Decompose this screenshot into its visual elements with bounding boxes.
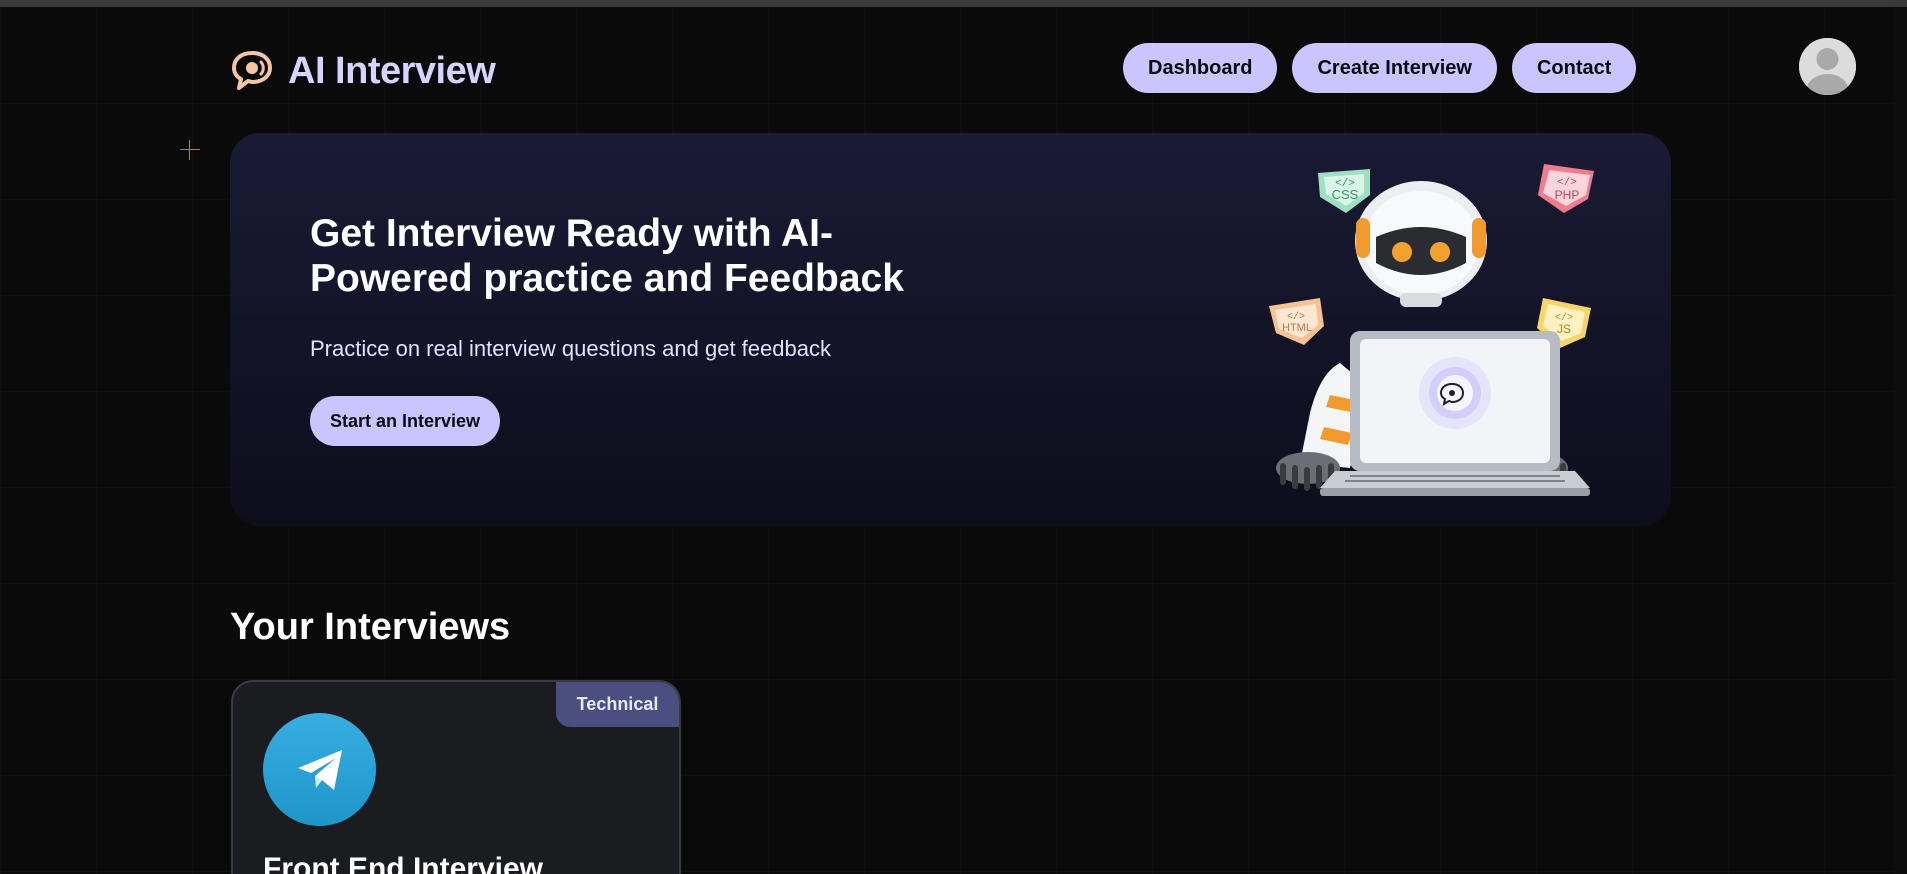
scrollbar-track[interactable] <box>1893 7 1907 874</box>
laptop <box>1320 331 1590 496</box>
your-interviews-heading: Your Interviews <box>230 606 511 648</box>
chat-bubble-icon <box>232 51 272 90</box>
css-badge-icon: CSS </> <box>1318 169 1370 213</box>
robot-head <box>1355 181 1487 307</box>
site-header: AI Interview Dashboard Create Interview … <box>0 7 1907 127</box>
php-badge-label: PHP <box>1555 188 1580 202</box>
sparkle-decoration <box>180 140 200 160</box>
svg-text:</>: </> <box>1335 178 1355 190</box>
hero-title: Get Interview Ready with AI-Powered prac… <box>310 212 904 300</box>
telegram-icon <box>263 713 376 826</box>
php-badge-icon: </> PHP <box>1538 164 1594 213</box>
robot-laptop-illustration: CSS </> </> PHP </> HTML </> JS <box>1269 164 1594 496</box>
main-nav: Dashboard Create Interview Contact <box>1123 43 1637 93</box>
user-avatar-icon <box>1799 38 1856 95</box>
interview-card-title: Front End Interview <box>263 852 544 874</box>
js-badge-label: JS <box>1557 322 1571 336</box>
start-interview-button[interactable]: Start an Interview <box>310 396 501 446</box>
nav-dashboard-button[interactable]: Dashboard <box>1123 43 1278 93</box>
hero-banner: Get Interview Ready with AI-Powered prac… <box>230 133 1671 526</box>
nav-create-interview-button[interactable]: Create Interview <box>1292 43 1497 93</box>
app-title: AI Interview <box>288 49 496 92</box>
hero-subtitle: Practice on real interview questions and… <box>310 336 831 361</box>
interview-card[interactable]: Technical Front End Interview <box>231 680 681 874</box>
interview-type-badge: Technical <box>556 682 679 727</box>
nav-contact-button[interactable]: Contact <box>1511 43 1637 93</box>
html-badge-icon: </> HTML <box>1269 298 1324 345</box>
user-avatar[interactable] <box>1799 38 1856 95</box>
browser-top-edge <box>0 0 1907 7</box>
app-logo[interactable]: AI Interview <box>230 49 496 93</box>
html-badge-label: HTML <box>1282 322 1312 334</box>
